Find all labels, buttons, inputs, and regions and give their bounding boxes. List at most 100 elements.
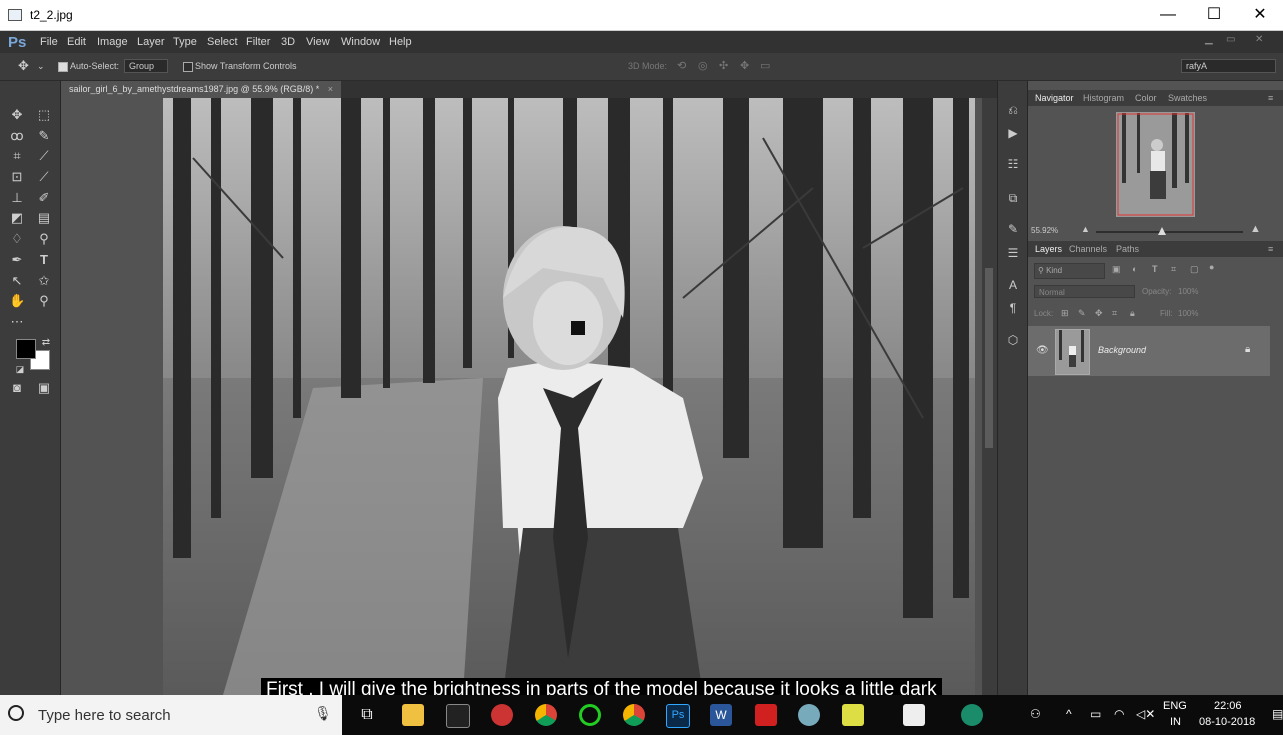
document-tab[interactable]: sailor_girl_6_by_amethystdreams1987.jpg …	[61, 81, 342, 98]
layer-filter-kind-dropdown[interactable]: ⚲ Kind	[1034, 263, 1105, 279]
3d-pan-icon[interactable]: ✣	[719, 59, 728, 72]
word-icon[interactable]: W	[710, 704, 732, 726]
menu-file[interactable]: File	[40, 36, 58, 48]
layer-visibility-eye-icon[interactable]: 👁︎	[1036, 345, 1049, 356]
task-view-icon[interactable]: ⧉	[356, 704, 378, 726]
taskbar-search-box[interactable]: Type here to search 🎙︎	[0, 695, 342, 735]
show-transform-checkbox[interactable]	[183, 62, 193, 72]
navigator-zoom-value[interactable]: 55.92%	[1031, 226, 1058, 235]
actions-play-icon[interactable]: ▶	[1006, 126, 1020, 140]
navigator-zoom-slider[interactable]	[1096, 227, 1243, 235]
type-tool-icon[interactable]: T	[36, 252, 52, 268]
properties-icon[interactable]: ☷	[1006, 157, 1020, 171]
path-select-tool-icon[interactable]: ↖	[9, 273, 25, 289]
eyedropper-tool-icon[interactable]: ⟋	[36, 148, 52, 164]
layers-panel-menu-icon[interactable]: ≡	[1268, 244, 1273, 254]
zoom-out-icon[interactable]: ▲	[1081, 224, 1090, 234]
character-icon[interactable]: A	[1006, 278, 1020, 292]
terminal-icon[interactable]	[446, 704, 470, 728]
notepad-icon[interactable]	[842, 704, 864, 726]
document-icon[interactable]	[903, 704, 925, 726]
shape-tool-icon[interactable]: ✩	[36, 273, 52, 289]
layer-row-background[interactable]: 👁︎ Background 🔒︎	[1028, 326, 1270, 376]
filter-shape-icon[interactable]: ⌗	[1171, 264, 1176, 275]
acrobat-icon[interactable]	[755, 704, 777, 726]
paint-icon[interactable]	[798, 704, 820, 726]
menu-3d[interactable]: 3D	[281, 36, 295, 48]
fill-value[interactable]: 100%	[1178, 309, 1198, 318]
filter-adjustment-icon[interactable]: ◐	[1132, 264, 1137, 274]
battery-icon[interactable]: ▭	[1090, 707, 1101, 721]
tray-chevron-icon[interactable]: ^	[1066, 707, 1072, 721]
history-brush-tool-icon[interactable]: ✐	[36, 190, 52, 206]
menu-help[interactable]: Help	[389, 36, 412, 48]
file-explorer-icon[interactable]	[402, 704, 424, 726]
tab-paths[interactable]: Paths	[1116, 244, 1139, 254]
dodge-tool-icon[interactable]: ⚲	[36, 231, 52, 247]
brush-presets-icon[interactable]: ✎	[1006, 222, 1020, 236]
sync-app-icon[interactable]	[579, 704, 601, 726]
workspace-dropdown[interactable]: rafyA	[1181, 59, 1276, 73]
paragraph-icon[interactable]: ¶	[1006, 301, 1020, 315]
stamp-tool-icon[interactable]: ⊥	[9, 190, 25, 206]
adjustments-icon[interactable]: ☰	[1006, 246, 1020, 260]
more-tools-icon[interactable]: ⋯	[9, 314, 25, 330]
auto-select-checkbox[interactable]	[58, 62, 68, 72]
clock-date[interactable]: 08-10-2018	[1199, 716, 1255, 728]
3d-scale-icon[interactable]: ▭	[760, 59, 770, 72]
filter-smart-object-icon[interactable]: ▢	[1190, 264, 1199, 275]
menu-view[interactable]: View	[306, 36, 330, 48]
gradient-tool-icon[interactable]: ▤	[36, 210, 52, 226]
auto-select-dropdown[interactable]: Group	[124, 59, 168, 73]
move-tool-icon[interactable]: ✥	[18, 58, 29, 74]
zoom-in-icon[interactable]: ▲	[1250, 223, 1261, 235]
menu-select[interactable]: Select	[207, 36, 238, 48]
3d-orbit-icon[interactable]: ⟲	[677, 59, 686, 72]
marquee-tool-icon[interactable]: ⬚	[36, 107, 52, 123]
close-button[interactable]: ✕	[1237, 0, 1283, 30]
panel-menu-icon[interactable]: ≡	[1268, 93, 1273, 103]
tab-histogram[interactable]: Histogram	[1083, 93, 1124, 103]
3d-icon[interactable]: ⬡	[1006, 333, 1020, 347]
blend-mode-dropdown[interactable]: Normal	[1034, 285, 1135, 298]
zoom-tool-icon[interactable]: ⚲	[36, 293, 52, 309]
zoom-slider-thumb[interactable]	[1158, 227, 1167, 235]
tab-swatches[interactable]: Swatches	[1168, 93, 1207, 103]
chrome-icon[interactable]	[535, 704, 557, 726]
tab-layers[interactable]: Layers	[1035, 244, 1062, 254]
doc-restore-icon[interactable]: ▭	[1226, 34, 1235, 45]
lock-all-icon[interactable]: 🔒︎	[1130, 308, 1135, 319]
tab-color[interactable]: Color	[1135, 93, 1157, 103]
maximize-button[interactable]: ☐	[1191, 0, 1237, 30]
quick-select-tool-icon[interactable]: ✎	[36, 128, 52, 144]
menu-filter[interactable]: Filter	[246, 36, 270, 48]
3d-slide-icon[interactable]: ✥	[740, 59, 749, 72]
doc-minimize-icon[interactable]: ▁	[1205, 34, 1213, 45]
close-tab-icon[interactable]: ×	[328, 84, 333, 94]
swap-colors-icon[interactable]: ⇄	[38, 335, 54, 351]
filter-pixel-icon[interactable]: ▣	[1112, 264, 1121, 275]
activity-monitor-icon[interactable]	[961, 704, 983, 726]
move-tool-icon[interactable]: ✥	[9, 107, 25, 123]
lock-image-icon[interactable]: ✎	[1078, 308, 1086, 319]
volume-icon[interactable]: ◁✕	[1136, 707, 1155, 721]
canvas-vertical-scrollbar[interactable]	[982, 98, 997, 695]
menu-edit[interactable]: Edit	[67, 36, 86, 48]
minimize-button[interactable]: —	[1145, 0, 1191, 30]
people-icon[interactable]: ⚇	[1030, 707, 1041, 721]
healing-tool-icon[interactable]: ⊡	[9, 169, 25, 185]
filter-type-icon[interactable]: T	[1152, 264, 1158, 274]
pen-tool-icon[interactable]: ✒	[9, 252, 25, 268]
screen-mode-icon[interactable]: ▣	[36, 380, 52, 396]
menu-image[interactable]: Image	[97, 36, 128, 48]
tab-channels[interactable]: Channels	[1069, 244, 1107, 254]
blur-tool-icon[interactable]: ♢	[9, 231, 25, 247]
opacity-value[interactable]: 100%	[1178, 287, 1198, 296]
lock-artboard-icon[interactable]: ⌗	[1112, 308, 1117, 319]
doc-close-icon[interactable]: ✕	[1255, 34, 1263, 45]
3d-roll-icon[interactable]: ◎	[698, 59, 708, 72]
default-colors-icon[interactable]: ◪	[12, 361, 28, 377]
lock-transparent-icon[interactable]: ⊞	[1061, 308, 1069, 319]
document-canvas[interactable]	[163, 98, 975, 695]
scroll-thumb[interactable]	[985, 268, 993, 448]
